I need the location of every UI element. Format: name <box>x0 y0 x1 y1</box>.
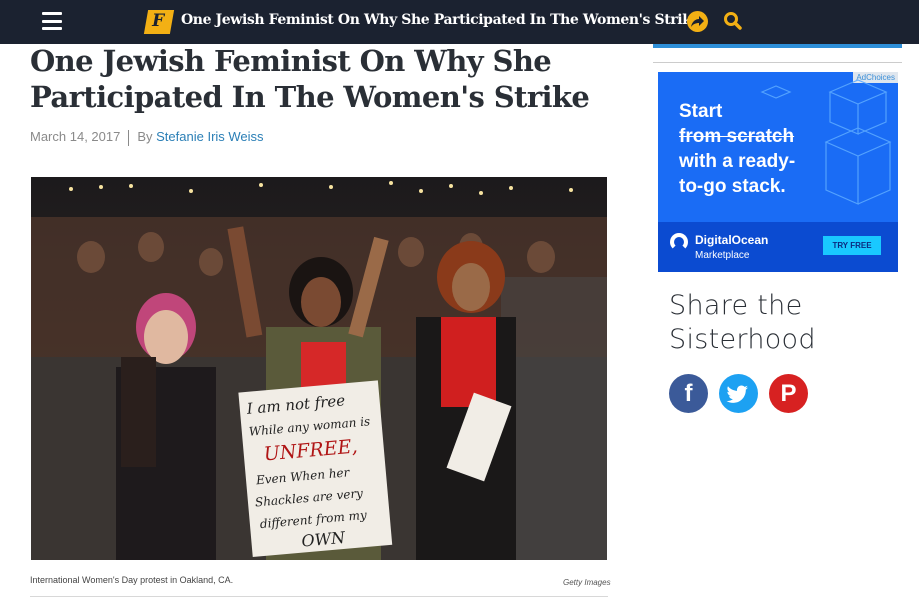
share-arrow-icon[interactable] <box>687 11 708 32</box>
logo-letter: F <box>152 11 165 31</box>
sidebar-top-accent <box>653 44 902 48</box>
caption-divider <box>30 596 608 597</box>
share-heading: Share the Sisterhood <box>669 289 869 357</box>
facebook-share-button[interactable]: f <box>669 374 708 413</box>
ad-line-4: to-go stack. <box>679 176 786 197</box>
sidebar-divider <box>653 62 902 63</box>
twitter-share-button[interactable] <box>719 374 758 413</box>
article-headline: One Jewish Feminist On Why She Participa… <box>30 44 590 114</box>
pinterest-icon: P <box>780 380 797 407</box>
ad-brand-sub: Marketplace <box>695 250 750 261</box>
facebook-icon: f <box>684 380 693 407</box>
byline-divider <box>128 129 130 146</box>
search-icon[interactable] <box>723 11 743 31</box>
digitalocean-ad[interactable]: AdChoices Start from scratch with a read… <box>658 72 898 272</box>
article-byline: March 14, 2017 By Stefanie Iris Weiss <box>30 129 264 146</box>
ad-line-2: from scratch <box>679 126 795 147</box>
ad-brand: DigitalOcean <box>695 233 769 247</box>
author-link[interactable]: Stefanie Iris Weiss <box>156 129 263 144</box>
digitalocean-logo-icon <box>670 233 688 251</box>
photo-credit: Getty Images <box>563 578 611 587</box>
try-free-button[interactable]: TRY FREE <box>823 236 881 255</box>
by-label: By <box>137 129 153 144</box>
sign-line-7: OWN <box>301 528 347 551</box>
protest-photo-illustration: I am not free While any woman is UNFREE,… <box>31 177 607 560</box>
topbar-article-title: One Jewish Feminist On Why She Participa… <box>181 12 700 28</box>
article-date: March 14, 2017 <box>30 129 121 144</box>
menu-icon[interactable] <box>42 12 62 30</box>
twitter-icon <box>726 385 748 403</box>
ad-line-1: Start <box>679 101 723 122</box>
top-navigation-bar: F One Jewish Feminist On Why She Partici… <box>0 0 919 44</box>
share-heading-line-2: Sisterhood <box>669 324 816 355</box>
ad-line-3: with a ready- <box>679 151 796 172</box>
photo-caption: International Women's Day protest in Oak… <box>30 575 234 585</box>
share-heading-line-1: Share the <box>669 290 803 321</box>
forward-logo[interactable]: F <box>143 10 175 34</box>
ad-headline: Start from scratch with a ready- to-go s… <box>679 99 819 199</box>
ad-footer: DigitalOcean Marketplace TRY FREE <box>658 222 898 272</box>
article-photo: I am not free While any woman is UNFREE,… <box>31 177 607 560</box>
pinterest-share-button[interactable]: P <box>769 374 808 413</box>
